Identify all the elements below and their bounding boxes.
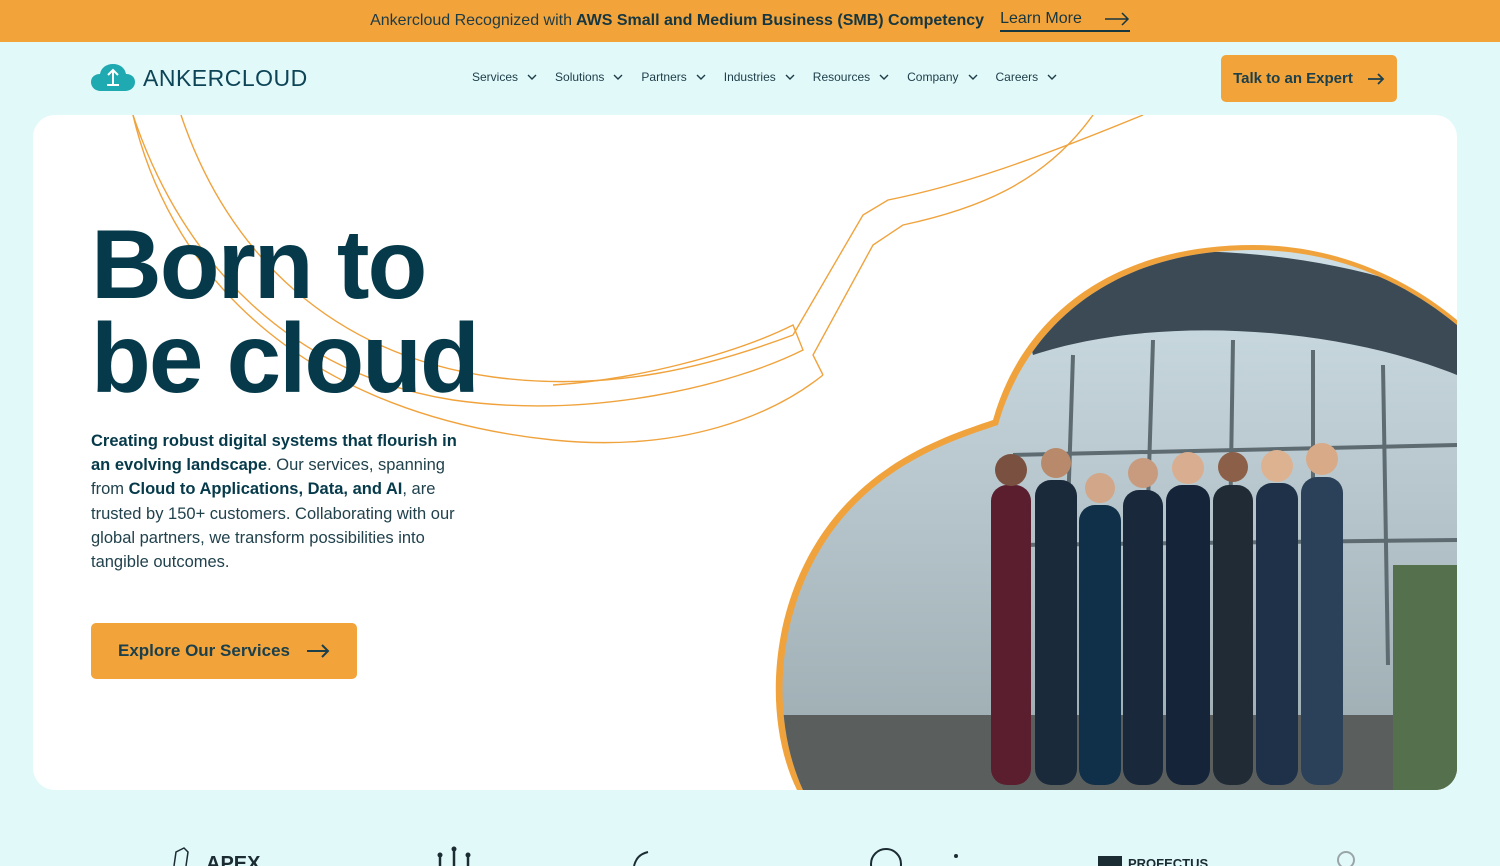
hero-title: Born to be cloud (91, 209, 480, 413)
circuit-logo-icon (437, 846, 471, 866)
announcement-prefix: Ankercloud Recognized with (370, 12, 572, 29)
nav-item-services[interactable]: Services (472, 70, 537, 84)
chevron-down-icon (613, 74, 623, 80)
nav-item-partners[interactable]: Partners (641, 70, 706, 84)
partner-logo-label: APEX (206, 853, 261, 866)
leaf-logo-icon (633, 851, 649, 866)
chevron-down-icon (1047, 74, 1057, 80)
magnifier-logo-icon (1337, 851, 1355, 866)
partner-logo-profectus: PROFECTUS (1098, 846, 1218, 866)
arrow-right-icon (1104, 12, 1129, 26)
learn-more-link[interactable]: Learn More (1000, 10, 1130, 32)
chevron-down-icon (968, 74, 977, 80)
arrow-right-icon (306, 644, 330, 658)
brand-logo[interactable]: ANKERCLOUD (91, 64, 308, 92)
partner-logo-circuit (434, 846, 474, 866)
circle-logo-icon (870, 848, 958, 866)
site-header: ANKERCLOUD Services Solutions Partners I… (0, 42, 1500, 116)
nav-label: Company (907, 70, 959, 84)
button-label: Explore Our Services (118, 641, 290, 660)
nav-item-resources[interactable]: Resources (813, 70, 889, 84)
nav-label: Solutions (555, 70, 605, 84)
learn-more-label: Learn More (1000, 10, 1082, 27)
cloud-upload-icon (91, 64, 135, 91)
nav-label: Careers (995, 70, 1039, 84)
hero-title-line: be cloud (91, 303, 480, 413)
brand-name: ANKERCLOUD (143, 64, 308, 91)
profectus-logo-icon: PROFECTUS (1098, 856, 1209, 866)
partner-logo-leaf (630, 846, 650, 866)
nav-label: Resources (812, 70, 871, 84)
nav-item-company[interactable]: Company (907, 70, 977, 84)
partner-logo-circle (868, 846, 968, 866)
explore-services-button[interactable]: Explore Our Services (91, 623, 357, 679)
chevron-down-icon (879, 74, 889, 80)
chevron-down-icon (696, 74, 706, 80)
announcement-bar: Ankercloud Recognized with AWS Small and… (0, 0, 1500, 42)
partner-logo-search (1334, 846, 1358, 866)
announcement-highlight: AWS Small and Medium Business (SMB) Comp… (575, 12, 985, 29)
nav-label: Services (472, 70, 519, 84)
nav-label: Partners (641, 70, 687, 84)
partner-logos-strip: APEX PROFECTUS (0, 840, 1500, 866)
nav-item-careers[interactable]: Careers (996, 70, 1058, 84)
main-nav: Services Solutions Partners Industries R… (472, 70, 1075, 84)
cta-label: Talk to an Expert (1233, 70, 1353, 87)
hero-section: Born to be cloud Creating robust digital… (33, 115, 1457, 790)
chevron-down-icon (527, 74, 537, 80)
partner-logo-apex: APEX (170, 846, 280, 866)
team-photo (775, 245, 1457, 790)
talk-to-expert-button[interactable]: Talk to an Expert (1221, 55, 1397, 102)
nav-label: Industries (723, 70, 776, 84)
partner-logo-label: PROFECTUS (1128, 856, 1209, 866)
nav-item-solutions[interactable]: Solutions (555, 70, 623, 84)
nav-item-industries[interactable]: Industries (724, 70, 795, 84)
chevron-down-icon (785, 74, 795, 80)
desc-bold: Cloud to Applications, Data, and AI (128, 480, 403, 499)
hero-description: Creating robust digital systems that flo… (91, 429, 463, 574)
arrow-right-icon (1367, 72, 1385, 85)
apex-logo-icon: APEX (173, 847, 261, 866)
hero-title-line: Born to (91, 209, 427, 319)
